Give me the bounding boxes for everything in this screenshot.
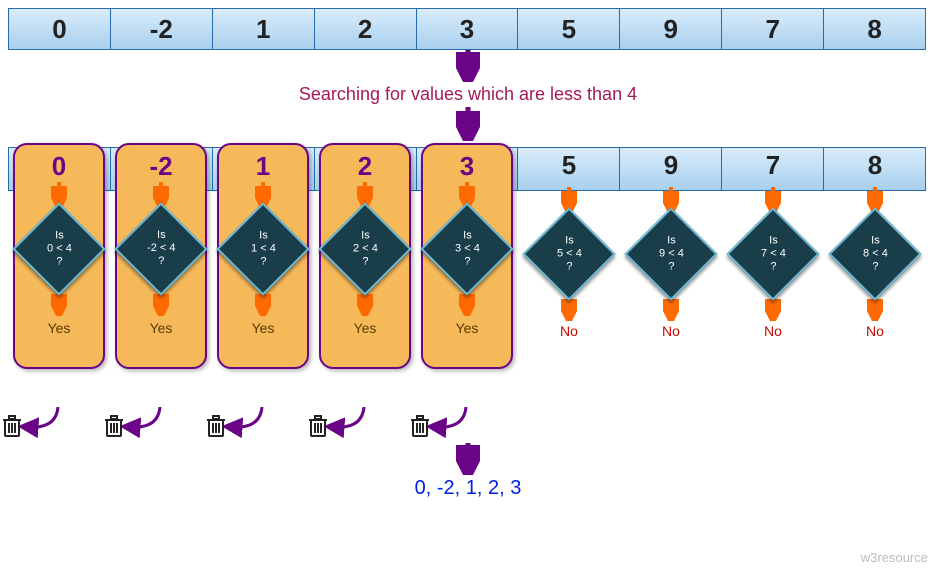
arrow-down-icon [456,50,480,82]
column-value: -2 [149,151,172,182]
answer-label: No [866,323,884,339]
decision-diamond: Is3 < 4? [420,202,513,295]
array-cell: 3 [417,9,519,49]
array-cell: 5 [518,9,620,49]
trash-icon [309,416,327,436]
process-column: 8 Is8 < 4? No [824,143,926,369]
process-column: 0 Is0 < 4? Yes [8,143,110,369]
answer-label: Yes [252,320,275,336]
process-column: 7 Is7 < 4? No [722,143,824,369]
trash-unit [406,407,496,443]
process-column: -2 Is-2 < 4? Yes [110,143,212,369]
input-array: 0 -2 1 2 3 5 9 7 8 [8,8,926,50]
decision-text: Is9 < 4? [659,234,684,274]
arrow-down-icon [456,443,480,475]
decision-diamond: Is0 < 4? [12,202,105,295]
decision-diamond: Is-2 < 4? [114,202,207,295]
answer-label: Yes [456,320,479,336]
decision-text: Is8 < 4? [863,234,888,274]
answer-label: Yes [150,320,173,336]
answer-label: No [764,323,782,339]
result-output: 0, -2, 1, 2, 3 [8,477,928,500]
attribution: w3resource [861,550,928,565]
array-cell: 2 [315,9,417,49]
answer-label: No [560,323,578,339]
column-value: 3 [460,151,474,182]
process-column: 9 Is9 < 4? No [620,143,722,369]
column-value: 8 [868,143,882,187]
column-value: 1 [256,151,270,182]
array-cell: 0 [9,9,111,49]
trash-unit [100,407,190,443]
trash-unit [202,407,292,443]
decision-diamond: Is7 < 4? [726,207,819,300]
array-cell: -2 [111,9,213,49]
column-value: 2 [358,151,372,182]
array-cell: 8 [824,9,925,49]
trash-icon [3,416,21,436]
decision-text: Is3 < 4? [455,229,480,269]
pass-card: 0 Is0 < 4? Yes [13,143,105,369]
column-value: 5 [562,143,576,187]
trash-unit [304,407,394,443]
decision-text: Is-2 < 4? [147,229,175,269]
array-cell: 1 [213,9,315,49]
diagram-caption: Searching for values which are less than… [8,84,928,105]
trash-icon [207,416,225,436]
process-column: 3 Is3 < 4? Yes [416,143,518,369]
decision-text: Is7 < 4? [761,234,786,274]
decision-text: Is1 < 4? [251,229,276,269]
pass-card: 2 Is2 < 4? Yes [319,143,411,369]
pass-card: -2 Is-2 < 4? Yes [115,143,207,369]
column-value: 7 [766,143,780,187]
process-column: 5 Is5 < 4? No [518,143,620,369]
decision-diamond: Is8 < 4? [828,207,921,300]
decision-text: Is2 < 4? [353,229,378,269]
arrow-down-icon [456,107,480,141]
answer-label: No [662,323,680,339]
column-value: 0 [52,151,66,182]
trash-icon [105,416,123,436]
decision-diamond: Is9 < 4? [624,207,717,300]
decision-diamond: Is1 < 4? [216,202,309,295]
trash-unit [0,407,88,443]
decision-text: Is5 < 4? [557,234,582,274]
trash-icon [411,416,429,436]
decision-text: Is0 < 4? [47,229,72,269]
pass-card: 3 Is3 < 4? Yes [421,143,513,369]
pass-card: 1 Is1 < 4? Yes [217,143,309,369]
answer-label: Yes [354,320,377,336]
processing-row: 0 Is0 < 4? Yes -2 Is-2 < 4? [8,147,926,407]
process-column: 1 Is1 < 4? Yes [212,143,314,369]
column-value: 9 [664,143,678,187]
decision-diamond: Is5 < 4? [522,207,615,300]
decision-diamond: Is2 < 4? [318,202,411,295]
array-cell: 9 [620,9,722,49]
trash-row [8,407,926,443]
process-column: 2 Is2 < 4? Yes [314,143,416,369]
answer-label: Yes [48,320,71,336]
array-cell: 7 [722,9,824,49]
